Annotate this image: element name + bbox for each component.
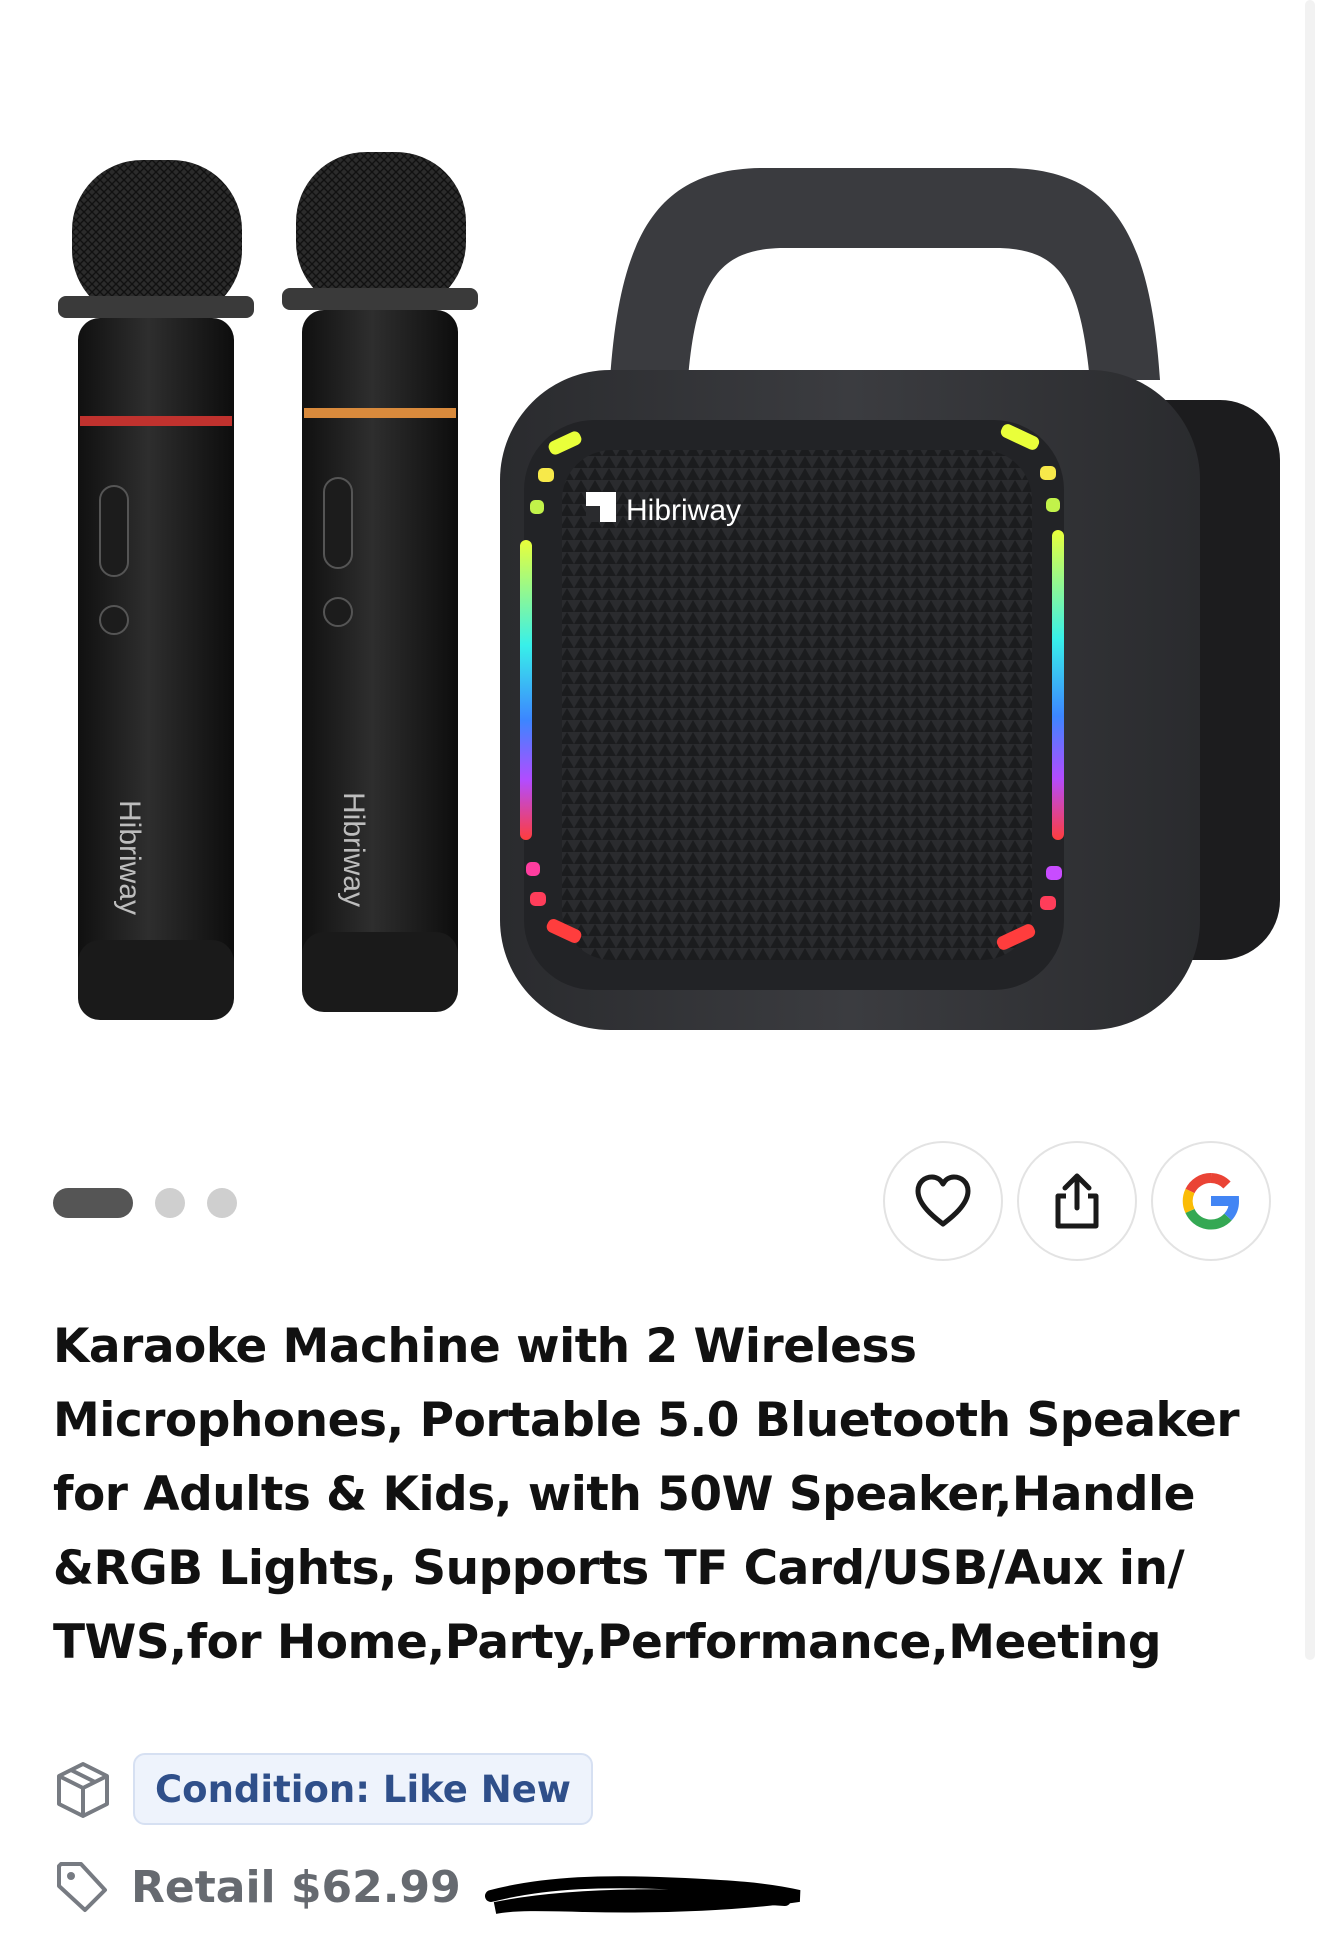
product-actions <box>883 1141 1271 1261</box>
scrollbar-track[interactable] <box>1305 0 1315 1660</box>
retail-row: Retail $62.99 <box>55 1860 801 1914</box>
product-title: Karaoke Machine with 2 Wireless Micropho… <box>53 1319 1240 1670</box>
redaction-scribble <box>485 1876 801 1914</box>
tag-icon <box>57 1862 107 1912</box>
box-icon <box>57 1762 109 1818</box>
heart-icon <box>915 1174 971 1227</box>
product-image[interactable]: Hibriway Hibriway Hibriway <box>0 0 1319 1110</box>
condition-row: Condition: Like New <box>55 1753 593 1825</box>
google-icon <box>1182 1173 1239 1230</box>
microphone-left: Hibriway <box>58 160 254 1020</box>
retail-price: Retail $62.99 <box>131 1861 461 1913</box>
google-search-button[interactable] <box>1151 1141 1271 1261</box>
favorite-button[interactable] <box>883 1141 1003 1261</box>
svg-text:Hibriway: Hibriway <box>337 792 370 907</box>
carousel-indicator <box>53 1188 237 1218</box>
product-page: Hibriway Hibriway Hibriway Karaoke Machi… <box>0 0 1319 1946</box>
share-button[interactable] <box>1017 1141 1137 1261</box>
bluetooth-speaker: Hibriway <box>500 168 1280 1030</box>
carousel-dot[interactable] <box>207 1188 237 1218</box>
karaoke-product-illustration: Hibriway Hibriway Hibriway <box>58 152 1280 1030</box>
share-icon <box>1055 1173 1099 1229</box>
carousel-dot[interactable] <box>155 1188 185 1218</box>
carousel-dot-active[interactable] <box>53 1188 133 1218</box>
microphone-right: Hibriway <box>282 152 478 1012</box>
condition-badge: Condition: Like New <box>133 1753 593 1825</box>
svg-text:Hibriway: Hibriway <box>113 800 146 915</box>
svg-text:Hibriway: Hibriway <box>626 494 741 527</box>
